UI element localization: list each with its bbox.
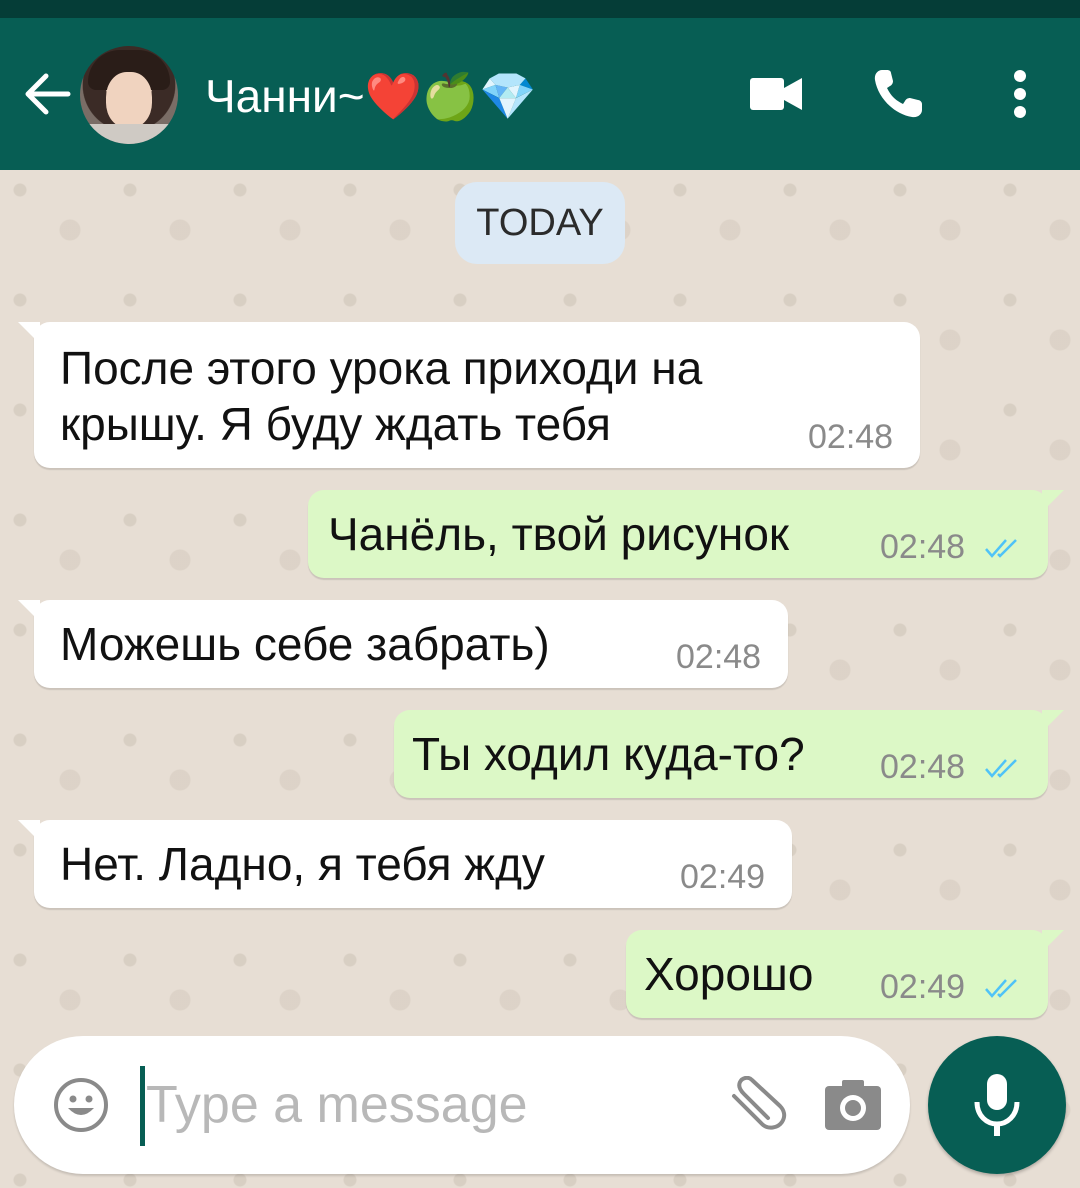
- bubble-tail: [1042, 930, 1064, 952]
- bubble-tail: [18, 600, 40, 622]
- avatar-face: [106, 72, 152, 128]
- more-options-icon[interactable]: [990, 64, 1050, 124]
- read-receipt-icon: [985, 759, 1017, 778]
- message-text: Нет. Ладно, я тебя жду: [60, 838, 545, 890]
- message-time: 02:48: [676, 638, 762, 676]
- voice-message-button[interactable]: [928, 1036, 1066, 1174]
- read-receipt-icon: [985, 979, 1017, 998]
- message-time: 02:49: [680, 858, 766, 896]
- message-text-line: крышу. Я буду ждать тебя: [60, 398, 611, 450]
- date-divider: TODAY: [455, 182, 625, 264]
- message-composer: [14, 1036, 910, 1174]
- camera-icon[interactable]: [822, 1076, 884, 1134]
- message-text: Хорошо: [644, 948, 814, 1000]
- message-text-line: После этого урока приходи на: [60, 342, 703, 394]
- message-time: 02:48: [880, 528, 966, 566]
- message-time: 02:48: [808, 418, 894, 456]
- status-bar: [0, 0, 1080, 18]
- avatar[interactable]: [80, 46, 178, 144]
- bubble-tail: [18, 820, 40, 842]
- emoji-icon[interactable]: [52, 1076, 110, 1134]
- message-incoming[interactable]: Нет. Ладно, я тебя жду 02:49: [18, 820, 792, 908]
- chat-header: Чанни~❤️🍏💎: [0, 18, 1080, 170]
- contact-title[interactable]: Чанни~❤️🍏💎: [205, 68, 536, 124]
- attach-icon[interactable]: [726, 1076, 792, 1134]
- message-incoming[interactable]: После этого урока приходи на крышу. Я бу…: [18, 322, 920, 468]
- video-call-icon[interactable]: [746, 64, 806, 124]
- message-outgoing[interactable]: Чанёль, твой рисунок 02:48: [308, 490, 1064, 578]
- message-outgoing[interactable]: Ты ходил куда-то? 02:48: [394, 710, 1064, 798]
- message-input[interactable]: [140, 1070, 746, 1140]
- avatar-shirt: [80, 124, 178, 144]
- microphone-icon: [974, 1074, 1020, 1136]
- bubble-tail: [18, 322, 40, 344]
- bubble-tail: [1042, 710, 1064, 732]
- back-arrow-icon[interactable]: [22, 66, 74, 122]
- message-text: Можешь себе забрать): [60, 618, 550, 670]
- message-time: 02:49: [880, 968, 966, 1006]
- message-text: Чанёль, твой рисунок: [328, 508, 790, 560]
- read-receipt-icon: [985, 539, 1017, 558]
- bubble-tail: [1042, 490, 1064, 512]
- message-time: 02:48: [880, 748, 966, 786]
- phone-call-icon[interactable]: [868, 64, 928, 124]
- message-incoming[interactable]: Можешь себе забрать) 02:48: [18, 600, 788, 688]
- contact-emojis: ❤️🍏💎: [364, 69, 537, 123]
- message-text: Ты ходил куда-то?: [412, 728, 805, 780]
- message-outgoing[interactable]: Хорошо 02:49: [626, 930, 1064, 1018]
- contact-name: Чанни~: [205, 70, 365, 122]
